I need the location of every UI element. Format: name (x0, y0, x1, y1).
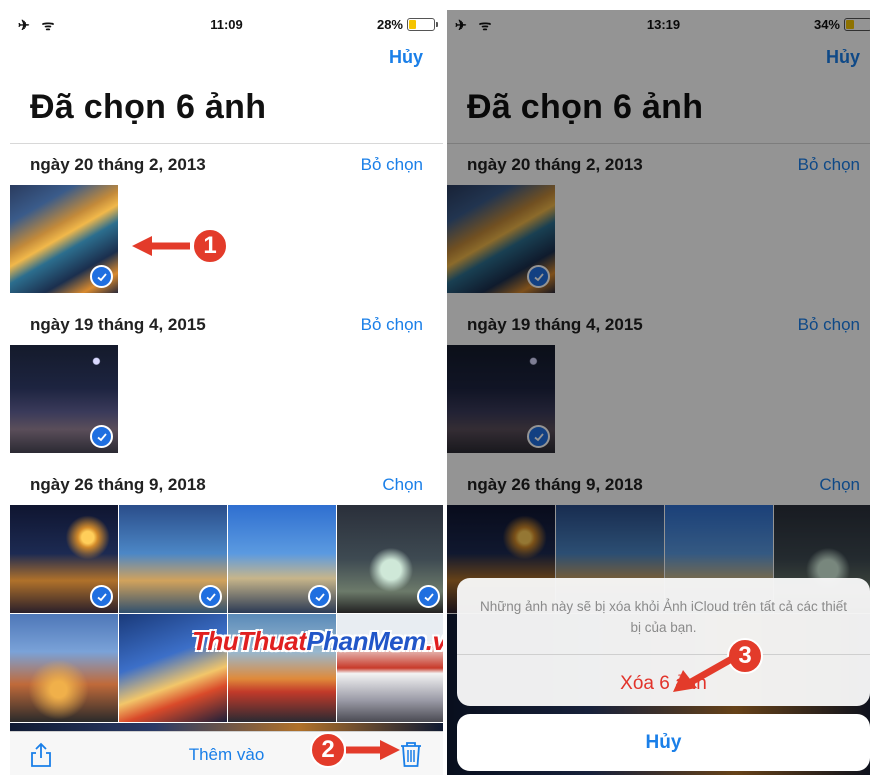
photo-thumbnail[interactable] (337, 505, 443, 613)
trash-icon[interactable] (399, 740, 423, 768)
checkmark-icon (90, 585, 113, 608)
status-bar: ✈ ᯤ 11:09 28% (10, 10, 443, 38)
section-date: ngày 26 tháng 9, 2018 (30, 475, 206, 494)
watermark: ThuThuatPhanMem.vn (192, 626, 443, 657)
watermark-part: PhanMem (306, 626, 426, 656)
deselect-button[interactable]: Bỏ chọn (361, 315, 423, 335)
photo-thumbnail[interactable] (119, 505, 227, 613)
step-number: 1 (192, 228, 228, 264)
tutorial-image: ✈ ᯤ 11:09 28% Hủy Đã chọn 6 ảnh ngày 20 … (0, 0, 870, 775)
deselect-button[interactable]: Bỏ chọn (361, 155, 423, 175)
arrow-right-icon (346, 740, 400, 760)
arrow-down-left-icon (673, 652, 739, 692)
action-sheet: Những ảnh này sẽ bị xóa khỏi Ảnh iCloud … (457, 578, 870, 706)
section-header: ngày 20 tháng 2, 2013 Bỏ chọn (30, 150, 423, 180)
photo-thumbnail[interactable] (10, 505, 118, 613)
header-divider (10, 143, 443, 144)
page-title: Đã chọn 6 ảnh (30, 88, 267, 126)
checkmark-icon (417, 585, 440, 608)
arrow-left-icon (132, 236, 190, 256)
photo-thumbnail[interactable] (228, 505, 336, 613)
section-header: ngày 19 tháng 4, 2015 Bỏ chọn (30, 310, 423, 340)
section-date: ngày 20 tháng 2, 2013 (30, 155, 206, 174)
section-date: ngày 19 tháng 4, 2015 (30, 315, 206, 334)
delete-photos-button[interactable]: Xóa 6 ảnh (457, 664, 870, 704)
watermark-part: ThuThuat (192, 626, 307, 656)
checkmark-icon (308, 585, 331, 608)
cancel-button[interactable]: Hủy (389, 47, 423, 68)
checkmark-icon (90, 265, 113, 288)
right-phone-screen: ✈ ᯤ 13:19 34% Hủy Đã chọn 6 ảnh ngày 20 … (447, 10, 870, 775)
callout-1: 1 (130, 228, 228, 264)
callout-2: 2 (310, 732, 402, 768)
checkmark-icon (199, 585, 222, 608)
battery-percent: 28% (376, 17, 403, 32)
sheet-cancel-button[interactable]: Hủy (457, 714, 870, 771)
battery-status: 28% (376, 17, 438, 32)
callout-3: 3 (673, 638, 763, 692)
sheet-divider (457, 654, 870, 655)
watermark-part: .vn (425, 626, 443, 656)
select-button[interactable]: Chọn (382, 475, 423, 495)
photo-thumbnail[interactable] (10, 185, 118, 293)
photo-thumbnail[interactable] (10, 614, 118, 722)
battery-icon (407, 18, 438, 31)
checkmark-icon (90, 425, 113, 448)
section-header: ngày 26 tháng 9, 2018 Chọn (30, 470, 423, 500)
photo-thumbnail[interactable] (10, 345, 118, 453)
sheet-message: Những ảnh này sẽ bị xóa khỏi Ảnh iCloud … (479, 599, 847, 635)
left-phone-screen: ✈ ᯤ 11:09 28% Hủy Đã chọn 6 ảnh ngày 20 … (10, 10, 443, 775)
step-number: 2 (310, 732, 346, 768)
